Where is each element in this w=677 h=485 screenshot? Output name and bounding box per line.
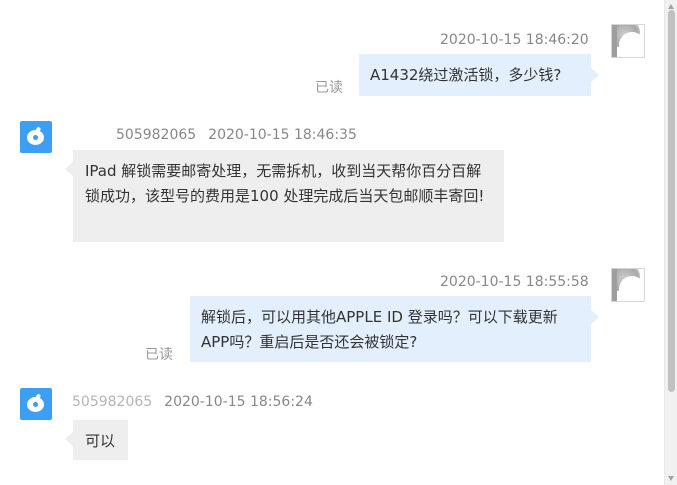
outgoing-message-bubble: 解锁后，可以用其他APPLE ID 登录吗？可以下载更新APP吗？重启后是否还会…	[190, 296, 599, 362]
chat-agent-icon	[20, 121, 52, 153]
user-avatar-icon	[611, 24, 645, 58]
message-meta: 505982065 2020-10-15 18:56:24	[72, 394, 313, 410]
user-avatar-icon	[611, 268, 645, 302]
read-status: 已读	[315, 80, 343, 96]
outgoing-message-bubble: A1432绕过激活锁，多少钱?	[359, 54, 599, 96]
message-meta: 505982065 2020-10-15 18:46:35	[116, 127, 357, 143]
sender-name: 505982065	[116, 127, 197, 143]
sender-name: 505982065	[72, 394, 153, 410]
vertical-scrollbar[interactable]	[664, 0, 677, 485]
incoming-message-bubble: 可以	[65, 420, 128, 460]
message-timestamp: 2020-10-15 18:46:35	[208, 127, 357, 143]
scroll-up-icon[interactable]	[668, 4, 674, 9]
chat-agent-icon	[20, 388, 52, 420]
chat-window: 2020-10-15 18:46:20 A1432绕过激活锁，多少钱? 已读 5…	[0, 0, 664, 485]
incoming-message-bubble: IPad 解锁需要邮寄处理，无需拆机，收到当天帮你百分百解锁成功，该型号的费用是…	[65, 150, 504, 242]
message-timestamp: 2020-10-15 18:55:58	[440, 274, 589, 290]
scrollbar-thumb[interactable]	[668, 10, 675, 392]
message-timestamp: 2020-10-15 18:46:20	[440, 32, 589, 48]
message-timestamp: 2020-10-15 18:56:24	[164, 394, 313, 410]
scroll-down-icon[interactable]	[668, 476, 674, 481]
read-status: 已读	[145, 347, 173, 363]
